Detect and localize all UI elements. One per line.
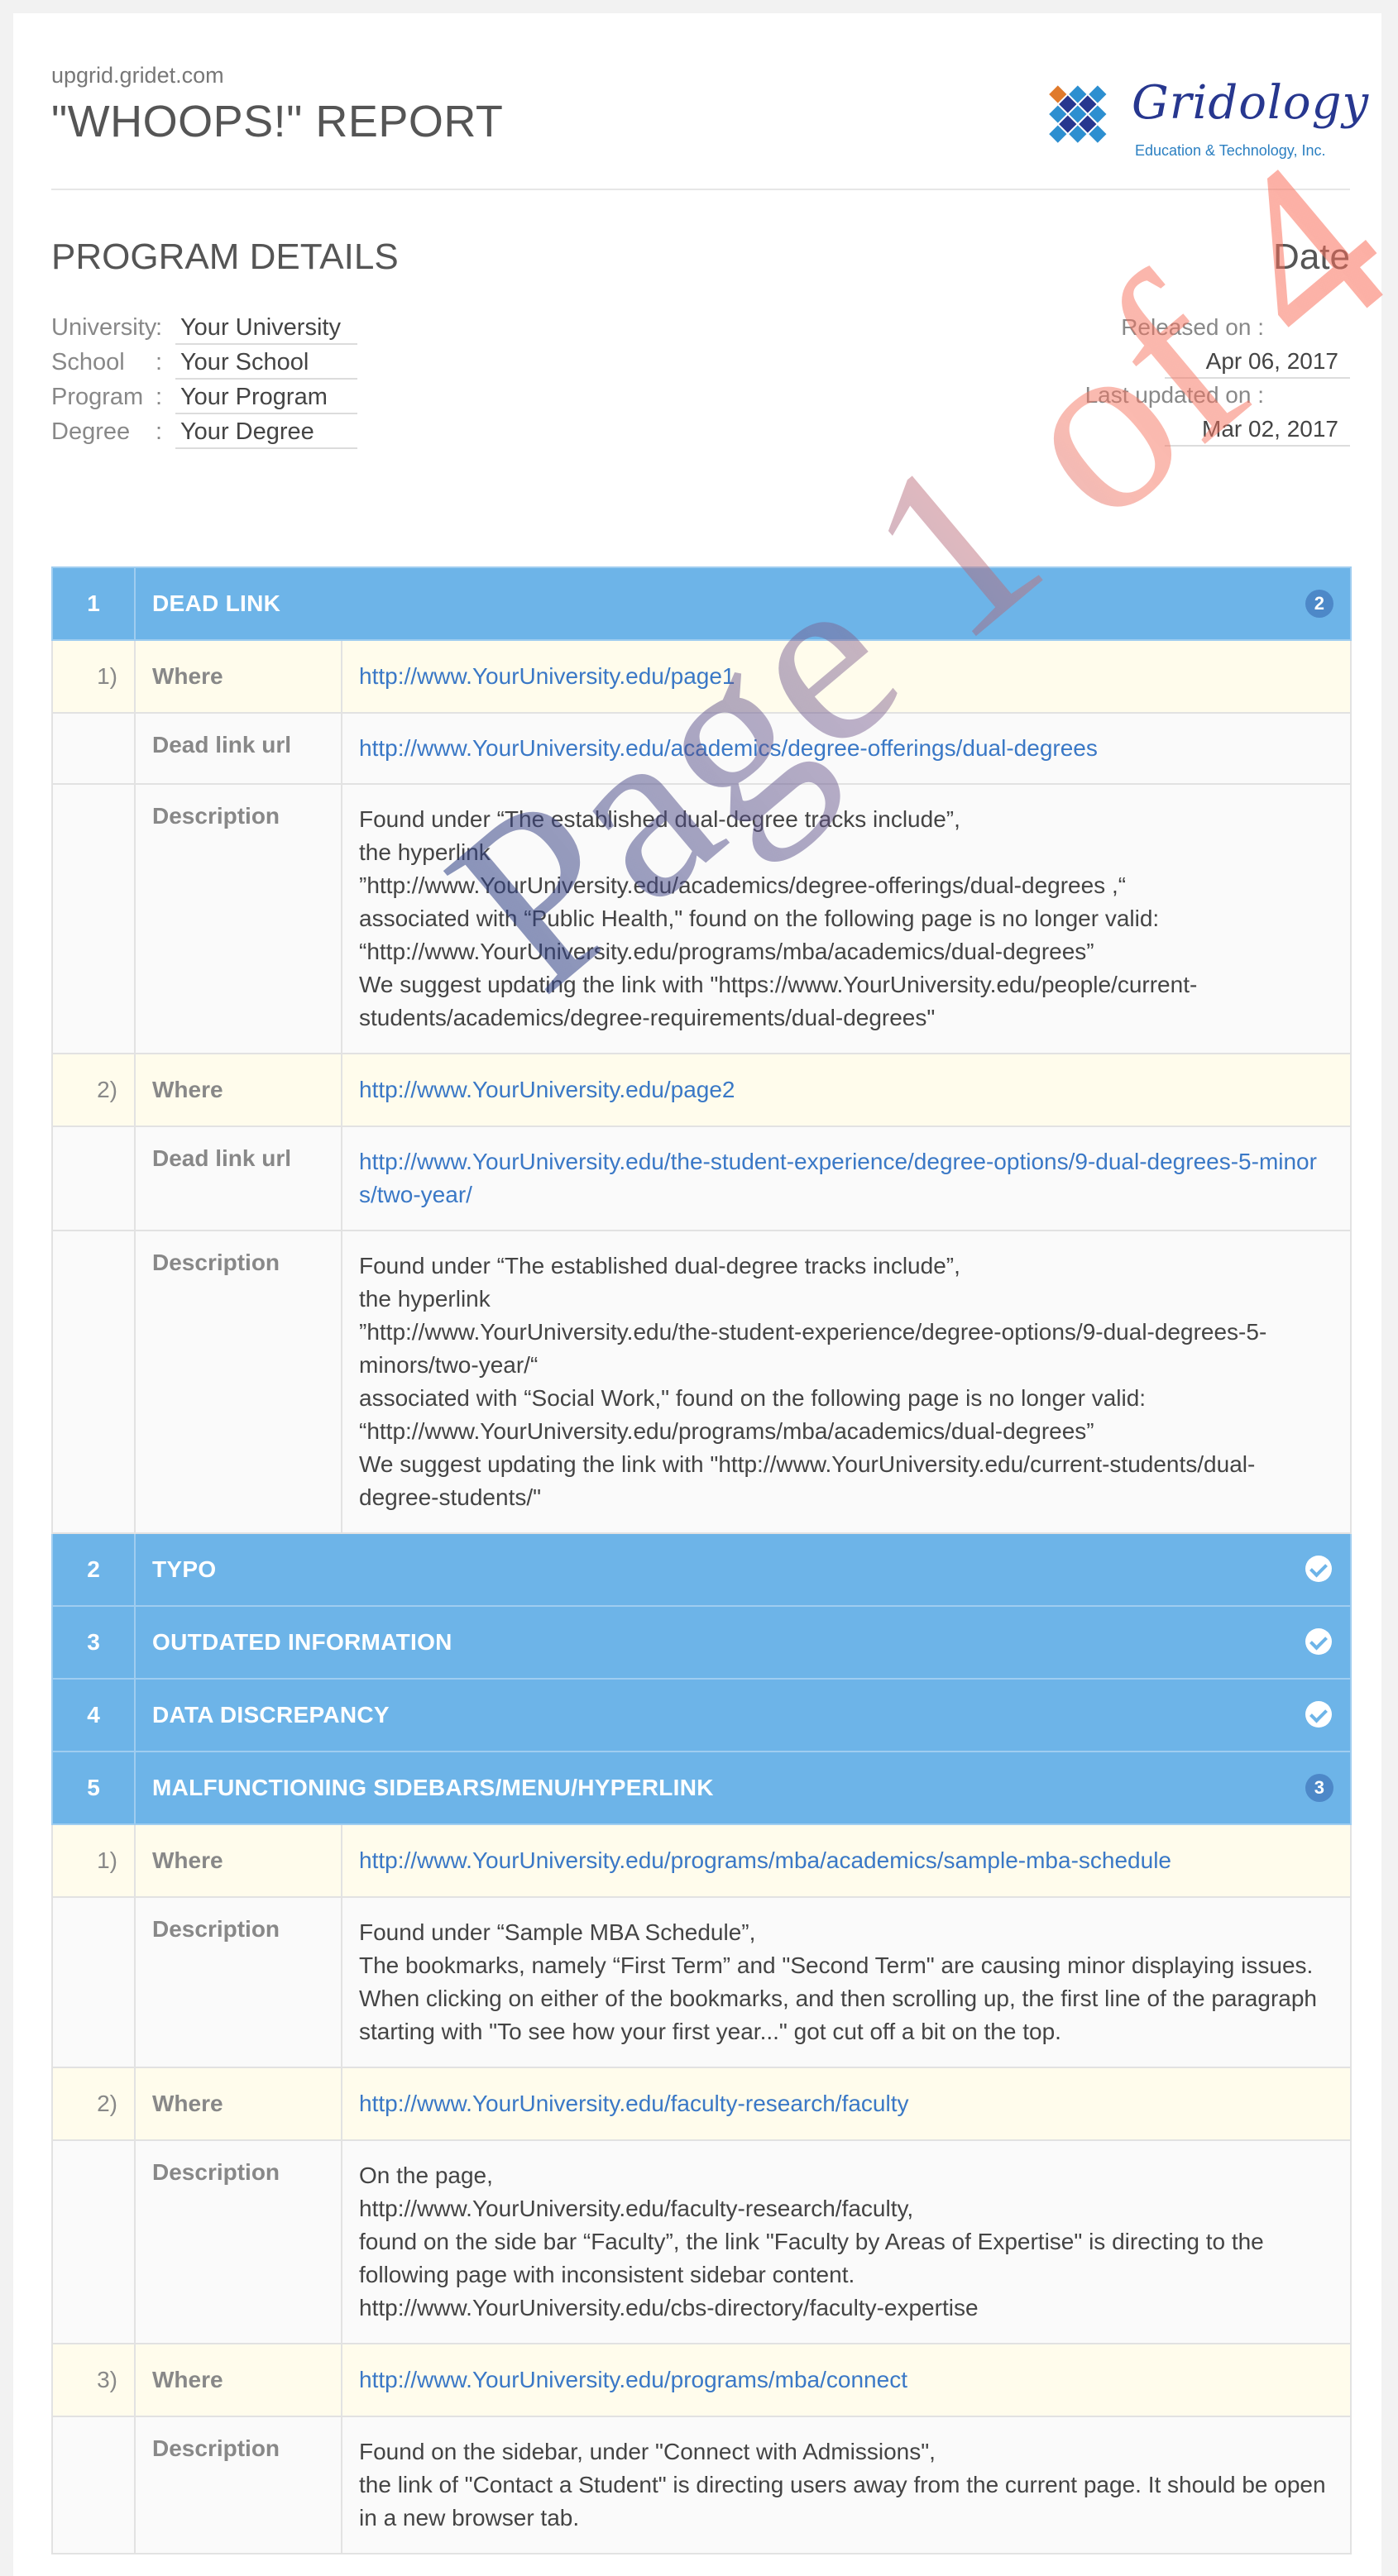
issue-count-badge: 2	[1305, 590, 1333, 618]
where-label: Where	[134, 1823, 342, 1898]
check-circle-icon	[1305, 1556, 1332, 1582]
table-row: Description Found under “The established…	[51, 783, 1352, 1054]
report-table: 1 DEAD LINK 2 1) Where http://www.YourUn…	[51, 566, 1352, 2554]
description-label: Description	[134, 1230, 342, 1534]
table-row: 3) Where http://www.YourUniversity.edu/p…	[51, 2343, 1352, 2417]
where-label: Where	[134, 2343, 342, 2417]
updated-label: Last updated on :	[1084, 382, 1264, 408]
description-label: Description	[134, 783, 342, 1054]
category-row-dead-link[interactable]: 1 DEAD LINK 2	[51, 566, 1352, 641]
description-text: Found under “Sample MBA Schedule”, The b…	[341, 1896, 1352, 2068]
updated-value: Mar 02, 2017	[1165, 413, 1350, 447]
program-details-title: PROGRAM DETAILS	[51, 237, 399, 277]
table-row: 2) Where http://www.YourUniversity.edu/f…	[51, 2067, 1352, 2141]
diamond-grid-icon	[1049, 85, 1107, 143]
program-details-section: PROGRAM DETAILS Date University : Your U…	[51, 190, 1350, 566]
category-number: 3	[51, 1605, 136, 1680]
item-index: 1)	[51, 1823, 136, 1898]
field-value: Your University	[175, 312, 357, 345]
where-label: Where	[134, 1053, 342, 1127]
table-row: Description Found under “The established…	[51, 1230, 1352, 1534]
issue-count-badge: 3	[1305, 1774, 1333, 1802]
category-number: 2	[51, 1532, 136, 1607]
category-row-outdated-information[interactable]: 3 OUTDATED INFORMATION	[51, 1605, 1352, 1680]
item-index: 2)	[51, 2067, 136, 2141]
logo-wordmark: Gridology	[1132, 76, 1370, 130]
check-circle-icon	[1305, 1701, 1332, 1728]
field-value: Your School	[175, 346, 357, 380]
dead-link-url[interactable]: http://www.YourUniversity.edu/the-studen…	[359, 1149, 1317, 1207]
where-link[interactable]: http://www.YourUniversity.edu/faculty-re…	[359, 2091, 909, 2116]
item-index: 1)	[51, 639, 136, 714]
category-title: TYPO	[152, 1556, 217, 1582]
released-value: Apr 06, 2017	[1165, 346, 1350, 379]
table-row: Dead link url http://www.YourUniversity.…	[51, 1126, 1352, 1231]
field-label: School	[51, 349, 125, 375]
date-title: Date	[1273, 237, 1350, 277]
field-label: Degree	[51, 418, 131, 445]
table-row: Dead link url http://www.YourUniversity.…	[51, 712, 1352, 785]
description-label: Description	[134, 2139, 342, 2344]
category-title: DEAD LINK	[152, 590, 281, 616]
where-label: Where	[134, 2067, 342, 2141]
category-title: MALFUNCTIONING SIDEBARS/MENU/HYPERLINK	[152, 1775, 714, 1800]
category-title: DATA DISCREPANCY	[152, 1702, 390, 1728]
category-number: 1	[51, 566, 136, 641]
description-text: Found on the sidebar, under "Connect wit…	[341, 2416, 1352, 2554]
item-index: 2)	[51, 1053, 136, 1127]
table-row: Description Found under “Sample MBA Sche…	[51, 1896, 1352, 2068]
site-domain: upgrid.gridet.com	[51, 63, 224, 88]
description-text: On the page, http://www.YourUniversity.e…	[341, 2139, 1352, 2344]
report-title: "WHOOPS!" REPORT	[51, 97, 504, 146]
category-number: 5	[51, 1751, 136, 1825]
field-label: Program	[51, 384, 144, 410]
category-row-typo[interactable]: 2 TYPO	[51, 1532, 1352, 1607]
where-link[interactable]: http://www.YourUniversity.edu/page1	[359, 663, 735, 689]
description-text: Found under “The established dual-degree…	[341, 783, 1352, 1054]
report-header: upgrid.gridet.com "WHOOPS!" REPORT Grido…	[51, 13, 1368, 190]
description-text: Found under “The established dual-degree…	[341, 1230, 1352, 1534]
report-page: upgrid.gridet.com "WHOOPS!" REPORT Grido…	[13, 13, 1381, 2576]
category-row-malfunctioning[interactable]: 5 MALFUNCTIONING SIDEBARS/MENU/HYPERLINK…	[51, 1751, 1352, 1825]
field-value: Your Degree	[175, 416, 357, 449]
where-link[interactable]: http://www.YourUniversity.edu/programs/m…	[359, 1847, 1171, 1873]
where-label: Where	[134, 639, 342, 714]
where-link[interactable]: http://www.YourUniversity.edu/page2	[359, 1077, 735, 1102]
item-index: 3)	[51, 2343, 136, 2417]
table-row: 1) Where http://www.YourUniversity.edu/p…	[51, 1823, 1352, 1898]
field-value: Your Program	[175, 381, 357, 414]
description-label: Description	[134, 1896, 342, 2068]
field-label: University	[51, 314, 157, 341]
dead-link-label: Dead link url	[134, 712, 342, 785]
category-row-data-discrepancy[interactable]: 4 DATA DISCREPANCY	[51, 1678, 1352, 1752]
description-label: Description	[134, 2416, 342, 2554]
category-number: 4	[51, 1678, 136, 1752]
table-row: Description On the page, http://www.Your…	[51, 2139, 1352, 2344]
gridology-logo: Gridology Education & Technology, Inc.	[1019, 69, 1368, 169]
table-row: 2) Where http://www.YourUniversity.edu/p…	[51, 1053, 1352, 1127]
logo-tagline: Education & Technology, Inc.	[1135, 142, 1326, 159]
dead-link-label: Dead link url	[134, 1126, 342, 1231]
released-label: Released on :	[1121, 314, 1264, 340]
check-circle-icon	[1305, 1628, 1332, 1655]
where-link[interactable]: http://www.YourUniversity.edu/programs/m…	[359, 2367, 907, 2392]
table-row: Description Found on the sidebar, under …	[51, 2416, 1352, 2554]
table-row: 1) Where http://www.YourUniversity.edu/p…	[51, 639, 1352, 714]
category-title: OUTDATED INFORMATION	[152, 1629, 452, 1655]
dead-link-url[interactable]: http://www.YourUniversity.edu/academics/…	[359, 735, 1098, 761]
